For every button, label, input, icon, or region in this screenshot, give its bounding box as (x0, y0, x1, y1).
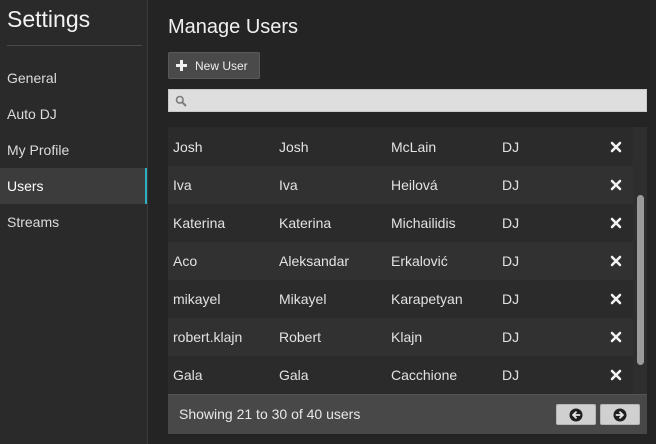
username-cell: mikayel (173, 291, 221, 307)
sidebar-item-general[interactable]: General (0, 60, 147, 96)
first-name-cell: Iva (279, 177, 298, 193)
sidebar-item-auto-dj[interactable]: Auto DJ (0, 96, 147, 132)
last-name-cell: Karapetyan (391, 291, 463, 307)
role-cell: DJ (502, 139, 520, 155)
main-panel: Manage Users New User Josh Josh McLain D… (148, 0, 656, 444)
last-name-cell: Klajn (391, 329, 423, 345)
delete-icon[interactable] (610, 293, 622, 305)
table-row: Aco Aleksandar Erkalović DJ (168, 242, 633, 280)
arrow-left-icon (569, 408, 583, 421)
first-name-cell: Robert (279, 329, 322, 345)
arrow-right-icon (613, 408, 627, 421)
table-row: Josh Josh McLain DJ (168, 128, 633, 166)
first-name-cell: Aleksandar (279, 253, 350, 269)
delete-icon[interactable] (610, 179, 622, 191)
delete-icon[interactable] (610, 331, 622, 343)
search-icon (175, 95, 187, 107)
username-cell: Iva (173, 177, 192, 193)
search-box (168, 89, 647, 113)
previous-page-button[interactable] (556, 404, 596, 425)
sidebar-title: Settings (7, 6, 91, 32)
last-name-cell: McLain (391, 139, 437, 155)
next-page-button[interactable] (600, 404, 640, 425)
delete-icon[interactable] (610, 369, 622, 381)
scrollbar-thumb[interactable] (637, 195, 644, 365)
table-row: Katerina Katerina Michailidis DJ (168, 204, 633, 242)
sidebar: Settings General Auto DJ My Profile User… (0, 0, 148, 444)
username-cell: Gala (173, 367, 203, 383)
table-scrollbar[interactable] (633, 127, 647, 394)
table-footer: Showing 21 to 30 of 40 users (168, 394, 647, 434)
search-input[interactable] (191, 90, 645, 113)
table-row: mikayel Mikayel Karapetyan DJ (168, 280, 633, 318)
role-cell: DJ (502, 329, 520, 345)
last-name-cell: Cacchione (391, 367, 458, 383)
sidebar-divider (7, 45, 142, 46)
role-cell: DJ (502, 291, 520, 307)
sidebar-item-my-profile[interactable]: My Profile (0, 132, 147, 168)
delete-icon[interactable] (610, 141, 622, 153)
role-cell: DJ (502, 177, 520, 193)
sidebar-nav: General Auto DJ My Profile Users Streams (0, 60, 147, 240)
first-name-cell: Josh (279, 139, 309, 155)
username-cell: Aco (173, 253, 198, 269)
role-cell: DJ (502, 215, 520, 231)
username-cell: Josh (173, 139, 203, 155)
last-name-cell: Heilová (391, 177, 438, 193)
sidebar-item-streams[interactable]: Streams (0, 204, 147, 240)
sidebar-item-users[interactable]: Users (0, 168, 147, 204)
username-cell: robert.klajn (173, 329, 243, 345)
plus-icon (176, 60, 187, 71)
last-name-cell: Erkalović (391, 253, 448, 269)
last-name-cell: Michailidis (391, 215, 456, 231)
new-user-label: New User (195, 58, 248, 73)
role-cell: DJ (502, 253, 520, 269)
table-row: Gala Gala Cacchione DJ (168, 356, 633, 394)
pagination-status: Showing 21 to 30 of 40 users (179, 406, 361, 422)
table-row: robert.klajn Robert Klajn DJ (168, 318, 633, 356)
delete-icon[interactable] (610, 255, 622, 267)
first-name-cell: Gala (279, 367, 309, 383)
table-row: Iva Iva Heilová DJ (168, 166, 633, 204)
username-cell: Katerina (173, 215, 226, 231)
new-user-button[interactable]: New User (168, 52, 260, 79)
page-title: Manage Users (168, 16, 299, 38)
role-cell: DJ (502, 367, 520, 383)
delete-icon[interactable] (610, 217, 622, 229)
first-name-cell: Mikayel (279, 291, 327, 307)
first-name-cell: Katerina (279, 215, 332, 231)
users-table: Josh Josh McLain DJ Iva Iva Heilová DJ K… (168, 127, 647, 394)
